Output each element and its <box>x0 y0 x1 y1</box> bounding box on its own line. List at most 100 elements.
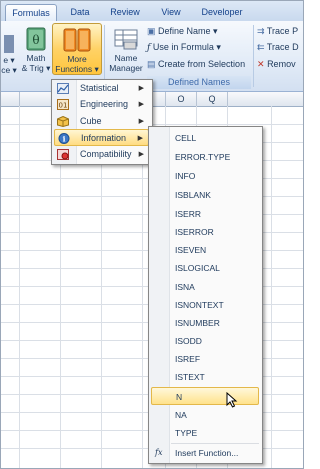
define-name-label: Define Name ▾ <box>158 26 218 36</box>
trace-precedents-label: Trace P <box>266 26 299 36</box>
trace-dependents-button[interactable]: ⇇ Trace D <box>257 40 299 55</box>
name-manager-label-1: Name <box>114 53 138 63</box>
menu-item-compatibility[interactable]: Compatibility ▶ <box>54 146 149 163</box>
remove-arrows-label: Remov <box>267 59 296 69</box>
function-item-isnontext[interactable]: ISNONTEXT <box>151 296 259 314</box>
use-in-formula-label: Use in Formula ▾ <box>152 42 221 52</box>
submenu-arrow-icon: ▶ <box>138 85 144 92</box>
trace-dependents-icon: ⇇ <box>257 42 265 52</box>
information-functions-menu: CELL ERROR.TYPE INFO ISBLANK ISERR ISERR… <box>148 126 263 464</box>
use-in-formula-icon: ƒ <box>147 43 151 53</box>
function-item-iserror[interactable]: ISERROR <box>151 223 259 241</box>
function-label: CELL <box>175 133 197 143</box>
submenu-arrow-icon: ▶ <box>137 135 143 142</box>
name-manager-button[interactable]: Name Manager <box>107 23 145 73</box>
svg-text:01: 01 <box>59 102 68 110</box>
function-label: ISEVEN <box>175 245 207 255</box>
function-item-n[interactable]: N <box>151 387 259 408</box>
function-item-isblank[interactable]: ISBLANK <box>151 186 259 204</box>
function-item-istext[interactable]: ISTEXT <box>151 368 259 386</box>
trace-precedents-icon: ⇉ <box>257 26 265 36</box>
math-trig-button[interactable]: θ Math & Trig ▾ <box>21 23 51 73</box>
defined-names-group-label: Defined Names <box>147 76 251 89</box>
function-label: ISNA <box>175 282 195 292</box>
menu-item-statistical[interactable]: Statistical ▶ <box>54 80 149 97</box>
function-label: ISNUMBER <box>175 318 220 328</box>
function-item-isnumber[interactable]: ISNUMBER <box>151 314 259 332</box>
partial-function-button[interactable]: e ▾ ce ▾ <box>1 35 17 75</box>
insert-function-item[interactable]: fx Insert Function... <box>151 444 259 462</box>
function-item-islogical[interactable]: ISLOGICAL <box>151 259 259 277</box>
more-functions-label-2: Functions ▾ <box>55 64 99 74</box>
submenu-arrow-icon: ▶ <box>138 118 144 125</box>
function-label: TYPE <box>175 428 198 438</box>
function-item-isodd[interactable]: ISODD <box>151 332 259 350</box>
tab-data[interactable]: Data <box>63 4 97 20</box>
function-label: INFO <box>175 171 196 181</box>
svg-text:i: i <box>63 135 66 144</box>
use-in-formula-button[interactable]: ƒ Use in Formula ▾ <box>147 40 221 55</box>
math-trig-icon: θ <box>26 27 46 51</box>
menu-item-engineering[interactable]: 01 Engineering ▶ <box>54 96 149 113</box>
information-icon: i <box>58 133 70 144</box>
compatibility-icon <box>57 149 69 160</box>
tab-formulas[interactable]: Formulas <box>5 4 57 21</box>
function-item-type[interactable]: TYPE <box>151 424 259 442</box>
ribbon-tab-strip: Formulas Data Review View Developer <box>1 1 303 22</box>
partial-icon <box>4 35 14 53</box>
function-label: ISNONTEXT <box>175 300 224 310</box>
tab-developer[interactable]: Developer <box>197 4 247 20</box>
function-item-error-type[interactable]: ERROR.TYPE <box>151 148 259 166</box>
function-item-cell[interactable]: CELL <box>151 129 259 147</box>
tab-overflow <box>251 4 301 20</box>
remove-arrows-button[interactable]: ✕ Remov <box>257 57 296 72</box>
statistical-icon <box>57 83 69 94</box>
insert-function-label: Insert Function... <box>175 448 239 458</box>
define-name-icon: ▣ <box>147 26 156 36</box>
partial-label-2: ce ▾ <box>1 65 17 75</box>
function-label: ISTEXT <box>175 372 205 382</box>
function-item-isref[interactable]: ISREF <box>151 350 259 368</box>
trace-precedents-button[interactable]: ⇉ Trace P <box>257 24 298 39</box>
function-label: ISREF <box>175 354 201 364</box>
create-from-selection-button[interactable]: ▤ Create from Selection <box>147 57 245 72</box>
function-label: ISERR <box>175 209 201 219</box>
function-item-na[interactable]: NA <box>151 406 259 424</box>
menu-item-label: Engineering <box>80 99 129 109</box>
create-from-selection-label: Create from Selection <box>158 59 246 69</box>
tab-review[interactable]: Review <box>107 4 143 20</box>
more-functions-icon <box>63 28 91 52</box>
math-trig-label-1: Math <box>26 53 46 63</box>
function-label: ISERROR <box>175 227 214 237</box>
function-item-isna[interactable]: ISNA <box>151 278 259 296</box>
submenu-arrow-icon: ▶ <box>138 151 144 158</box>
menu-item-information[interactable]: i Information ▶ <box>54 129 149 146</box>
column-header-o[interactable]: O <box>166 92 197 107</box>
name-manager-label-2: Manager <box>109 63 143 73</box>
menu-item-label: Cube <box>80 116 102 126</box>
column-header[interactable] <box>228 92 303 107</box>
more-functions-menu: Statistical ▶ 01 Engineering ▶ Cube ▶ i … <box>51 79 153 165</box>
define-name-button[interactable]: ▣ Define Name ▾ <box>147 24 218 39</box>
function-label: ERROR.TYPE <box>175 152 231 162</box>
fx-icon: fx <box>155 448 163 457</box>
math-trig-label-2: & Trig ▾ <box>21 63 51 73</box>
menu-item-label: Information <box>81 133 127 143</box>
function-item-iseven[interactable]: ISEVEN <box>151 241 259 259</box>
function-label: N <box>176 392 183 402</box>
function-label: NA <box>175 410 187 420</box>
submenu-arrow-icon: ▶ <box>138 101 144 108</box>
menu-item-cube[interactable]: Cube ▶ <box>54 113 149 130</box>
cube-icon <box>57 116 69 127</box>
corner-header[interactable] <box>1 92 20 107</box>
more-functions-label-1: More <box>67 54 87 64</box>
function-item-iserr[interactable]: ISERR <box>151 205 259 223</box>
name-manager-icon <box>114 29 138 50</box>
svg-text:θ: θ <box>32 33 39 47</box>
function-label: ISODD <box>175 336 202 346</box>
more-functions-button[interactable]: More Functions ▾ <box>52 23 102 75</box>
tab-view[interactable]: View <box>156 4 186 20</box>
menu-item-label: Compatibility <box>80 149 132 159</box>
function-item-info[interactable]: INFO <box>151 167 259 185</box>
column-header-q[interactable]: Q <box>197 92 228 107</box>
